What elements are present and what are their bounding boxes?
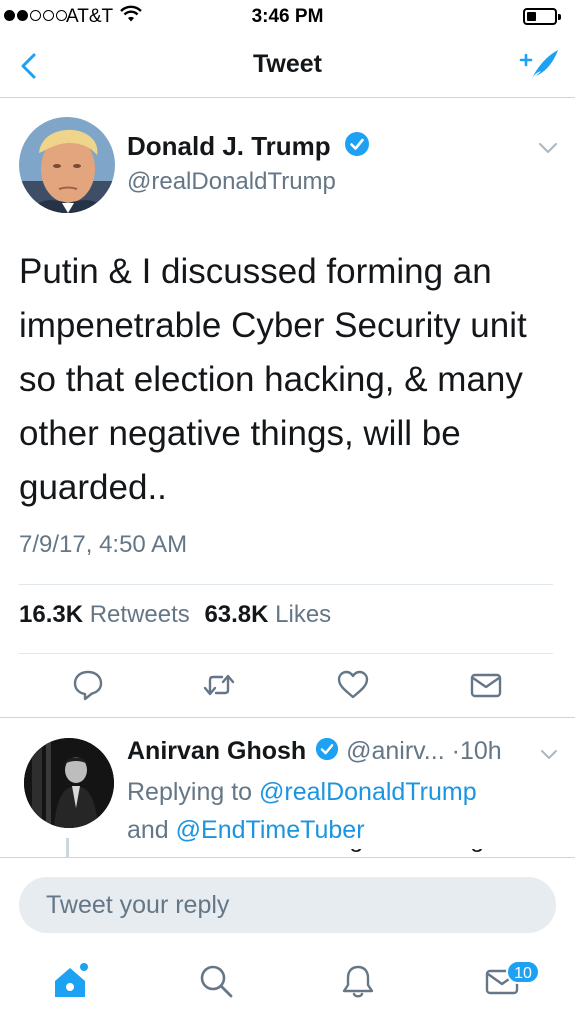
retweets-count[interactable]: 16.3K: [19, 601, 83, 628]
retweet-icon[interactable]: [202, 668, 236, 702]
replying-to-prefix: Replying to: [127, 778, 253, 806]
replying-to-user-link[interactable]: @realDonaldTrump: [259, 778, 477, 806]
tweet-text: Putin & I discussed forming an impenetra…: [19, 252, 527, 507]
tweet-actions: [0, 668, 575, 704]
reply-composer: [0, 857, 575, 949]
replying-to-and: and: [127, 816, 169, 844]
more-options-chevron-icon[interactable]: [537, 137, 559, 159]
reply-author-handle[interactable]: @anirv...: [346, 737, 445, 765]
home-icon[interactable]: [50, 961, 90, 1001]
reply-text-clipped: Putin was also willing to take flight: [127, 849, 567, 857]
tweet-timestamp: 7/9/17, 4:50 AM: [19, 531, 188, 558]
nav-bar: Tweet: [0, 34, 575, 98]
reply-time-separator: ·: [451, 737, 460, 765]
search-icon[interactable]: [196, 961, 236, 1001]
likes-label[interactable]: Likes: [275, 601, 331, 628]
author-name[interactable]: Donald J. Trump: [127, 131, 370, 162]
tab-bar: [0, 949, 575, 1024]
notifications-bell-icon[interactable]: [338, 961, 378, 1001]
replying-to-user-link[interactable]: @EndTimeTuber: [176, 816, 365, 844]
reply-author-avatar[interactable]: [24, 738, 114, 828]
status-bar: AT&T 3:46 PM: [0, 0, 575, 34]
tweet-stats: 16.3K Retweets 63.8K Likes: [19, 601, 339, 629]
divider: [19, 653, 553, 654]
like-heart-icon[interactable]: [336, 668, 370, 702]
replying-to: Replying to @realDonaldTrump and @EndTim…: [127, 773, 557, 849]
reply-input[interactable]: [19, 877, 556, 933]
page-title: Tweet: [253, 50, 322, 78]
thread-line: [66, 838, 69, 858]
author-name-text[interactable]: Donald J. Trump: [127, 131, 331, 161]
messages-badge: 10: [506, 960, 540, 984]
verified-badge-icon: [344, 132, 369, 156]
status-time: 3:46 PM: [251, 6, 324, 27]
likes-count[interactable]: 63.8K: [204, 601, 268, 628]
reply-icon[interactable]: [71, 668, 105, 702]
reply-options-chevron-icon[interactable]: [539, 744, 559, 764]
divider: [19, 584, 553, 585]
battery-icon: [523, 8, 561, 25]
author-handle[interactable]: @realDonaldTrump: [127, 168, 336, 196]
divider: [0, 717, 575, 718]
author-avatar[interactable]: [19, 117, 115, 213]
reply-header: Anirvan Ghosh @anirv... ·10h: [127, 737, 502, 766]
reply-text: Putin was also willing to take flight: [127, 849, 567, 857]
retweets-label[interactable]: Retweets: [90, 601, 190, 628]
reply-author-name[interactable]: Anirvan Ghosh: [127, 737, 306, 765]
verified-badge-icon: [316, 737, 339, 761]
reply-time: 10h: [459, 737, 502, 765]
direct-message-icon[interactable]: [469, 668, 503, 702]
compose-tweet-icon[interactable]: [517, 46, 561, 86]
